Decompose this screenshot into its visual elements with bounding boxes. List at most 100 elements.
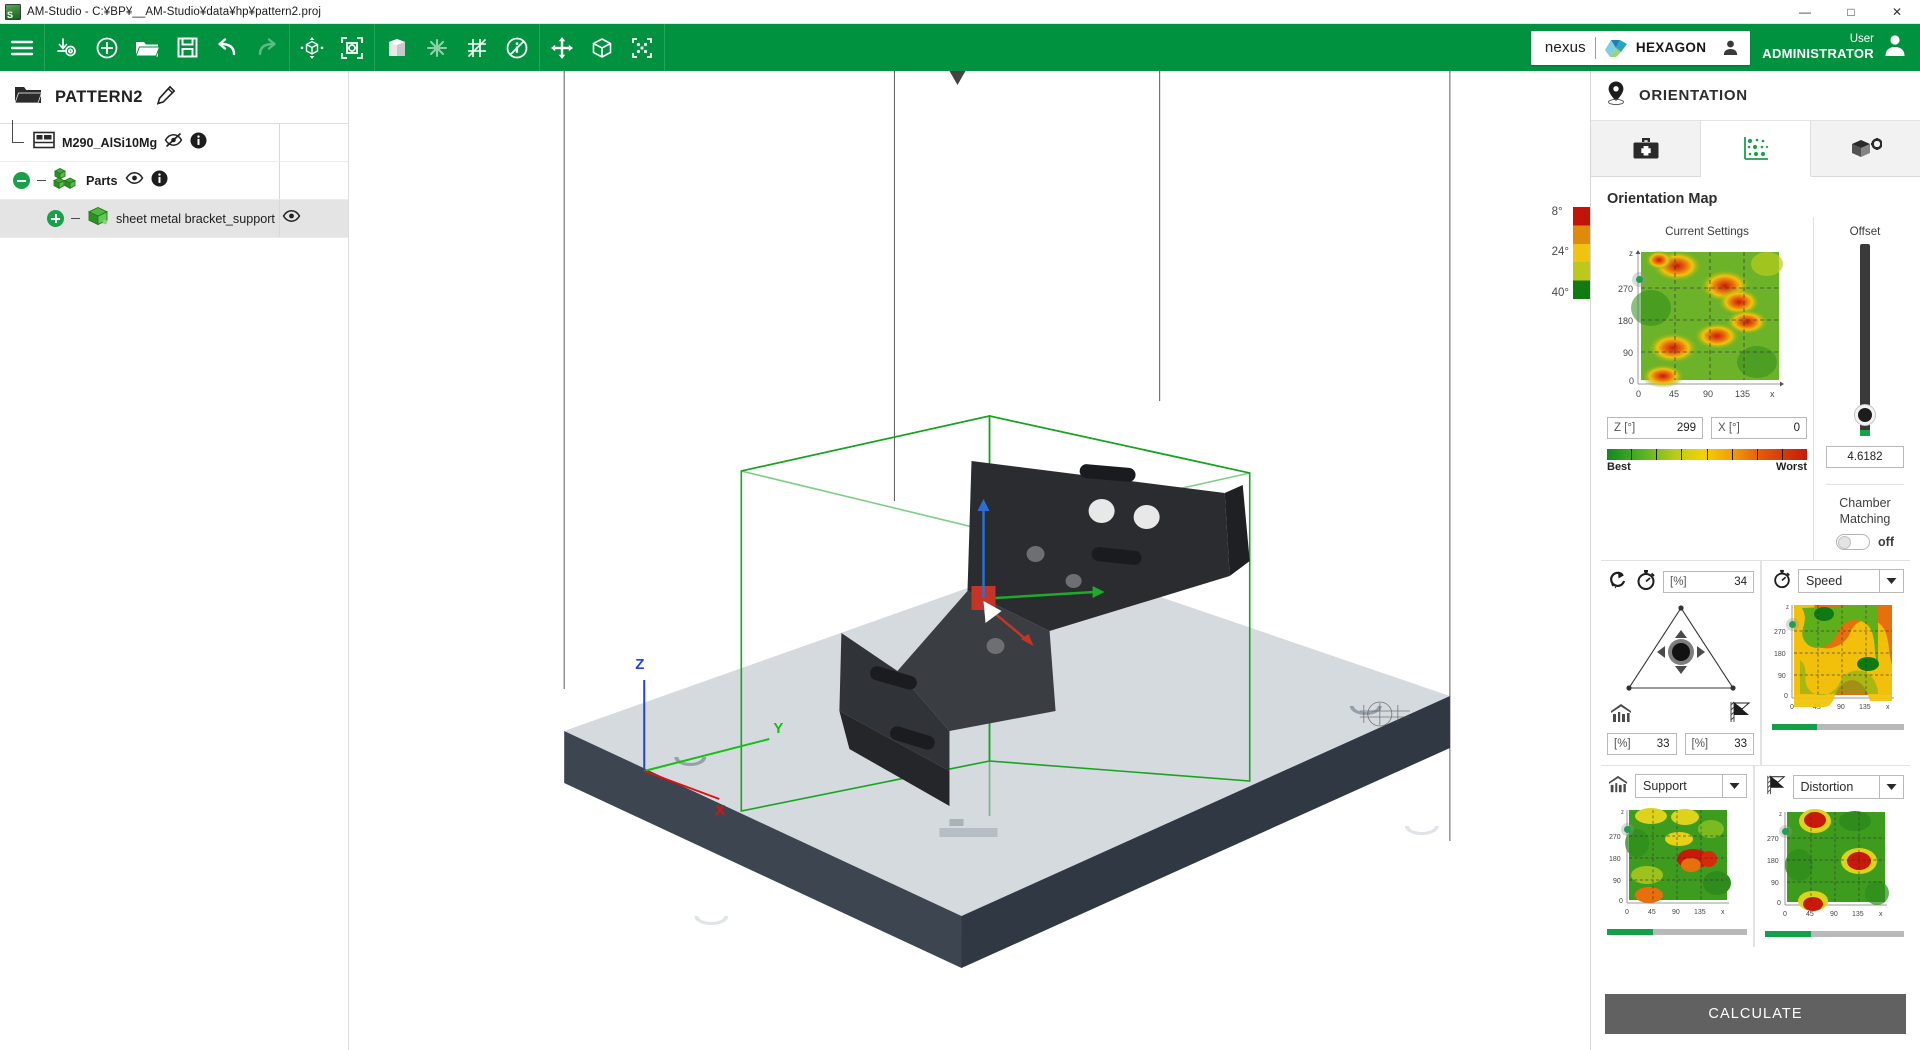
offset-slider-handle[interactable] [1854, 404, 1876, 426]
eye-hidden-icon[interactable] [164, 132, 183, 153]
user-avatar-icon [1882, 32, 1908, 63]
quality-worst-label: Worst [1776, 461, 1807, 473]
time-weight-field[interactable]: [%] 34 [1663, 571, 1754, 593]
x-angle-value: 0 [1793, 422, 1800, 434]
speed-map-card: Speed z 270 180 90 0 0 45 90 135 x [1761, 560, 1910, 765]
distortion-orientation-marker[interactable] [1778, 824, 1792, 838]
box-icon[interactable] [582, 24, 622, 71]
orientation-marker[interactable] [1632, 272, 1647, 287]
tab-part-settings[interactable] [1811, 121, 1920, 176]
open-folder-icon[interactable] [127, 24, 167, 71]
svg-text:0: 0 [1784, 693, 1788, 700]
undo-icon[interactable] [207, 24, 247, 71]
svg-text:90: 90 [1703, 389, 1713, 399]
grid-icon[interactable] [457, 24, 497, 71]
distortion-heatmap[interactable]: z 270 180 90 0 0 45 90 135 x [1765, 805, 1905, 926]
tree-column-divider [279, 162, 280, 199]
chamber-matching-toggle[interactable] [1836, 533, 1871, 550]
tree-row-label: Parts [86, 173, 118, 188]
svg-text:z: z [1779, 812, 1782, 818]
tree-row-part[interactable]: sheet metal bracket_support [0, 200, 348, 238]
main-toolbar: nexus HEXAGON User ADMINISTRATOR [0, 24, 1920, 71]
angle-legend-label-2: 40° [1551, 286, 1569, 299]
z-angle-field[interactable]: Z [°] 299 [1607, 417, 1703, 439]
save-icon[interactable] [167, 24, 207, 71]
svg-text:135: 135 [1694, 909, 1706, 916]
tree-row-machine[interactable]: M290_AlSi10Mg [0, 119, 348, 162]
speed-map-dropdown[interactable]: Speed [1798, 569, 1904, 593]
heatmap-current[interactable]: z 270 180 90 0 0 45 90 135 x [1607, 244, 1787, 404]
support-heatmap[interactable]: z 270 180 90 0 0 45 90 135 x [1607, 803, 1747, 924]
menu-icon[interactable] [2, 24, 42, 71]
chevron-down-icon[interactable] [1721, 775, 1746, 797]
chamber-matching-group: Chamber Matching off [1826, 484, 1904, 550]
chevron-down-icon[interactable] [1879, 570, 1903, 592]
distortion-progress-bar [1764, 930, 1904, 937]
maximize-button[interactable]: □ [1828, 0, 1874, 24]
current-settings-heatmap[interactable]: z 270 180 90 0 0 45 90 135 x [1607, 244, 1807, 409]
angle-legend: 8° 24° 40° [1551, 206, 1590, 299]
orientation-panel: ORIENTATION Orientation Map Current Sett… [1590, 71, 1920, 1050]
speed-map-dropdown-label: Speed [1806, 574, 1843, 588]
tree-expand-toggle[interactable] [47, 210, 64, 227]
chamber-matching-state: off [1878, 534, 1894, 549]
weights-header: [%] 34 [1607, 569, 1754, 596]
eye-icon[interactable] [282, 208, 301, 229]
info-icon[interactable] [190, 132, 207, 154]
toolbox-icon [1633, 137, 1658, 158]
user-account-box[interactable]: User ADMINISTRATOR [1762, 32, 1908, 63]
window-title: AM-Studio - C:¥BP¥__AM-Studio¥data¥hp¥pa… [27, 5, 322, 18]
angle-legend-labels: 8° 24° 40° [1551, 206, 1569, 299]
support-orientation-marker[interactable] [1621, 822, 1634, 836]
distortion-weight-field[interactable]: [%] 33 [1684, 732, 1754, 755]
quality-gradient-bar [1607, 449, 1807, 460]
tree-collapse-toggle[interactable] [13, 172, 30, 189]
page-title: PATTERN2 [55, 87, 143, 106]
tree-row-parts[interactable]: Parts [0, 162, 348, 200]
speed-orientation-marker[interactable] [1786, 617, 1799, 631]
close-button[interactable]: ✕ [1874, 0, 1920, 24]
distortion-map-dropdown[interactable]: Distortion [1792, 775, 1904, 799]
support-map-dropdown[interactable]: Support [1635, 774, 1747, 798]
redo-icon[interactable] [247, 24, 287, 71]
svg-text:90: 90 [1830, 911, 1838, 918]
fit-view-icon[interactable] [332, 24, 372, 71]
info-icon[interactable] [151, 170, 168, 192]
3d-viewport[interactable]: Z Y X 8° 24° 40° [349, 71, 1590, 1050]
z-angle-value: 299 [1676, 422, 1696, 434]
select-icon[interactable] [622, 24, 662, 71]
import-icon[interactable] [47, 24, 87, 71]
eye-icon[interactable] [125, 170, 144, 191]
window-controls: — □ ✕ [1782, 0, 1920, 24]
minimize-button[interactable]: — [1782, 0, 1828, 24]
nexus-hexagon-badge[interactable]: nexus HEXAGON [1530, 30, 1751, 65]
nexus-account-icon[interactable] [1721, 38, 1740, 57]
chevron-down-icon[interactable] [1879, 776, 1903, 798]
section-title: Orientation Map [1607, 191, 1718, 207]
speed-heatmap[interactable]: z 270 180 90 0 0 45 90 135 x [1772, 598, 1904, 719]
tab-toolkit[interactable] [1591, 121, 1701, 176]
add-icon[interactable] [87, 24, 127, 71]
move-icon[interactable] [542, 24, 582, 71]
support-weight-field[interactable]: [%] 33 [1607, 732, 1677, 755]
tab-orientation-map[interactable] [1701, 121, 1811, 177]
svg-text:0: 0 [1777, 900, 1781, 907]
solid-view-icon[interactable] [377, 24, 417, 71]
slice-icon[interactable] [417, 24, 457, 71]
svg-text:x: x [1879, 911, 1883, 918]
x-angle-field[interactable]: X [°] 0 [1711, 417, 1807, 439]
distortion-flag-icon [1728, 700, 1752, 729]
pencil-icon[interactable] [156, 85, 176, 110]
time-weight-value: 34 [1734, 576, 1747, 588]
orbit-cube-icon[interactable] [292, 24, 332, 71]
heatmap-distortion: z 270 180 90 0 0 45 90 135 x [1767, 808, 1889, 918]
offset-value-field[interactable]: 4.6182 [1826, 446, 1904, 468]
weight-triangle-widget[interactable] [1617, 602, 1745, 698]
info-disabled-icon[interactable] [497, 24, 537, 71]
reset-icon[interactable] [1607, 570, 1629, 595]
main-body: PATTERN2 M290_AlSi10Mg Parts sheet metal… [0, 71, 1920, 1050]
quality-best-label: Best [1607, 461, 1631, 473]
calculate-button[interactable]: CALCULATE [1605, 994, 1906, 1034]
offset-slider[interactable] [1854, 244, 1876, 436]
svg-text:Y: Y [773, 720, 783, 737]
